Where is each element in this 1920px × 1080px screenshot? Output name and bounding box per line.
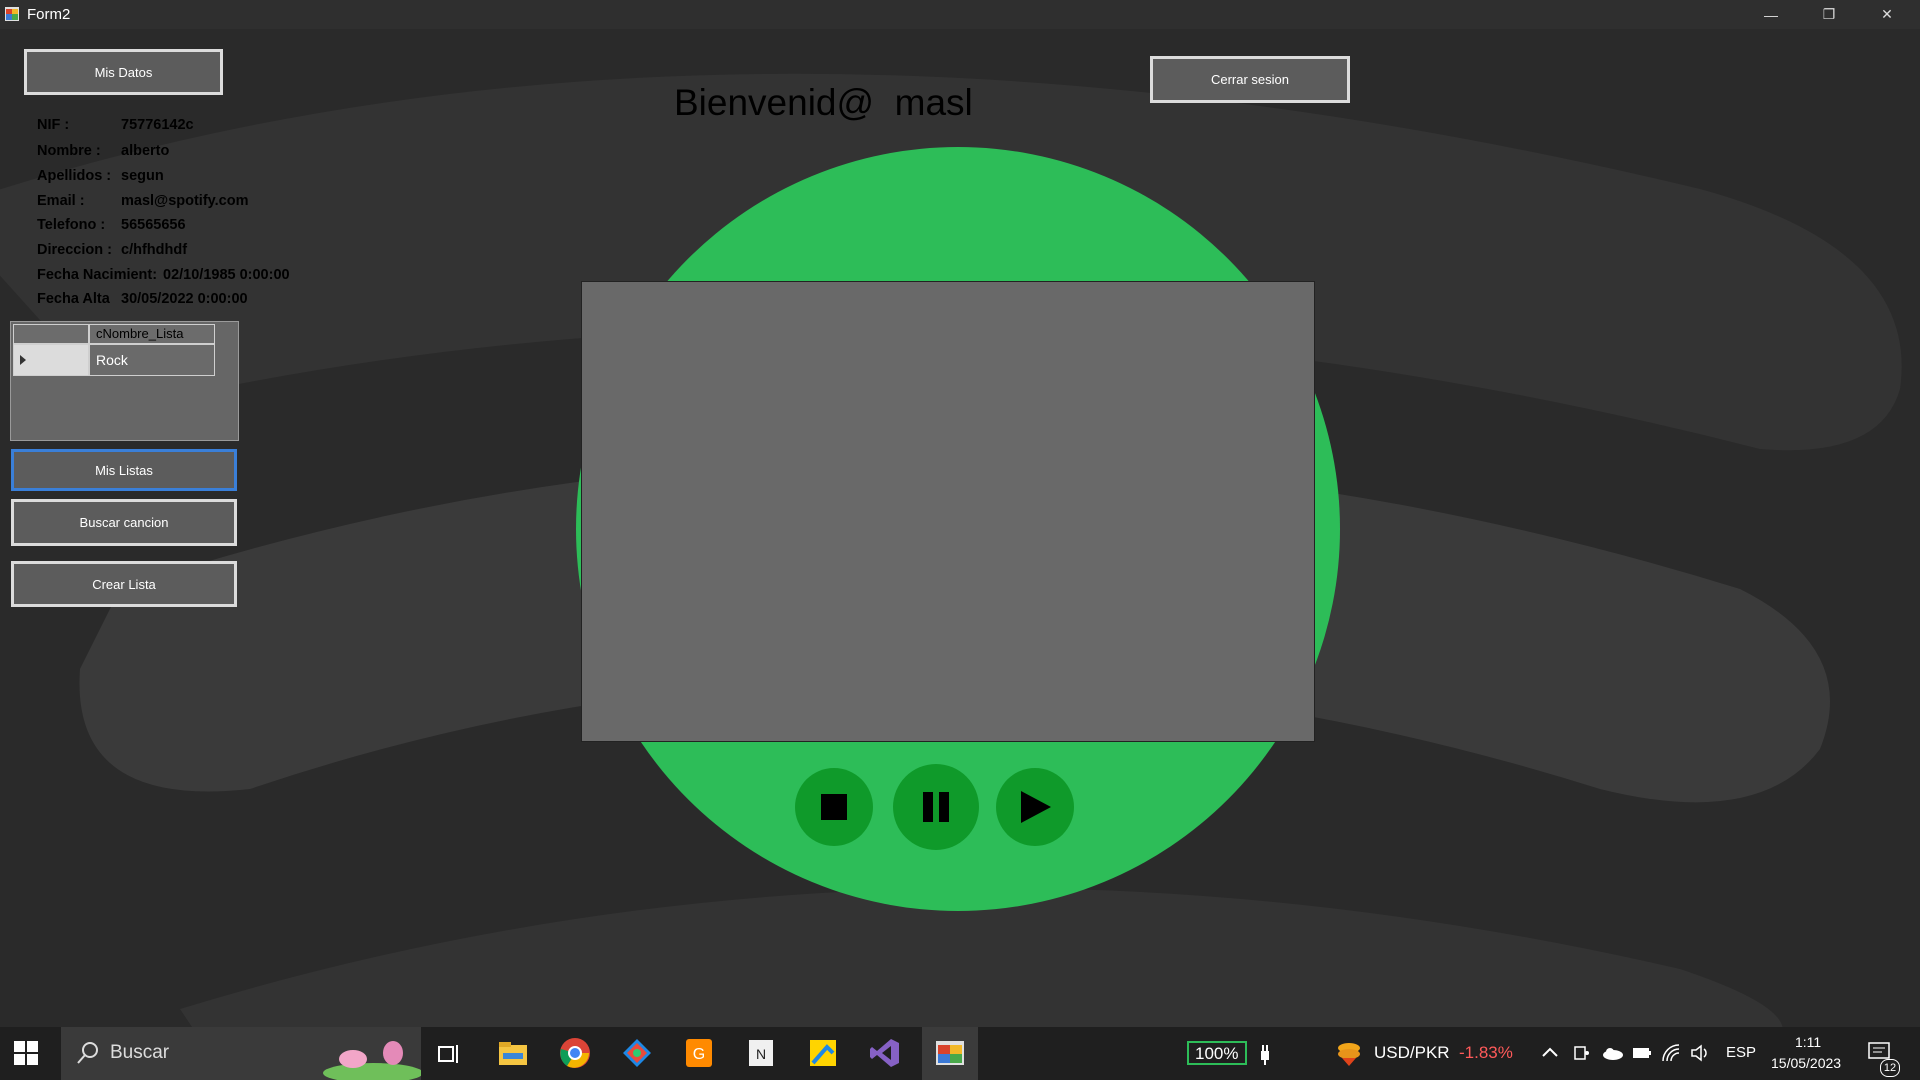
volume-icon[interactable] [1690, 1044, 1710, 1062]
restore-button[interactable]: ❐ [1800, 0, 1858, 29]
play-button[interactable] [996, 768, 1074, 846]
clock-date[interactable]: 15/05/2023 [1771, 1055, 1841, 1071]
info-label: Nombre : [37, 143, 101, 159]
window-title: Form2 [27, 6, 71, 23]
info-value: c/hfhdhdf [121, 242, 188, 258]
notification-count-badge: 12 [1880, 1059, 1900, 1077]
pdf-app-icon[interactable]: G [683, 1037, 715, 1069]
info-label: Email : [37, 193, 85, 209]
app-icon [5, 7, 19, 21]
task-view-icon[interactable] [436, 1041, 462, 1067]
my-data-button[interactable]: Mis Datos [24, 49, 223, 95]
info-value: alberto [121, 143, 170, 159]
stop-icon [821, 794, 847, 820]
form-client-area: Mis Datos Bienvenid@ masl Cerrar sesion … [0, 29, 1920, 1027]
current-row-arrow-icon [20, 355, 26, 365]
info-value: 30/05/2022 0:00:00 [121, 291, 248, 307]
info-value: 56565656 [121, 217, 186, 233]
notepad-plus-icon[interactable]: N [745, 1037, 777, 1069]
wifi-icon[interactable] [1661, 1043, 1681, 1063]
git-app-icon[interactable] [621, 1037, 653, 1069]
battery-indicator[interactable]: 100% [1187, 1041, 1247, 1065]
clock-time[interactable]: 1:11 [1795, 1034, 1821, 1050]
window-title-bar: Form2 — ❐ ✕ [0, 0, 1920, 29]
power-plug-icon [1261, 1045, 1269, 1065]
create-list-button[interactable]: Crear Lista [11, 561, 237, 607]
info-value: segun [121, 168, 164, 184]
currency-widget-icon [1338, 1043, 1360, 1066]
logout-button[interactable]: Cerrar sesion [1150, 56, 1350, 103]
chrome-icon[interactable] [559, 1037, 591, 1069]
active-app-highlight[interactable] [922, 1027, 978, 1080]
taskbar-search-box[interactable]: Buscar [61, 1027, 421, 1080]
info-label: Fecha Alta [37, 291, 110, 307]
taskbar: Buscar G N 100% USD/PKR -1.83% ESP 1:11 … [0, 1027, 1920, 1080]
grid-cell-playlist[interactable]: Rock [89, 344, 215, 376]
form-app-icon [936, 1041, 964, 1065]
play-icon [1021, 791, 1051, 823]
input-language[interactable]: ESP [1726, 1044, 1756, 1061]
pause-icon [923, 792, 949, 822]
info-value: 75776142c [121, 117, 194, 133]
search-song-button[interactable]: Buscar cancion [11, 499, 237, 546]
visual-studio-icon[interactable] [869, 1037, 901, 1069]
chevron-up-icon[interactable] [1542, 1046, 1558, 1058]
info-value: 02/10/1985 0:00:00 [163, 267, 290, 283]
svg-text:N: N [756, 1046, 766, 1062]
search-icon [77, 1042, 98, 1064]
info-value: masl@spotify.com [121, 193, 249, 209]
my-lists-button[interactable]: Mis Listas [11, 449, 237, 491]
info-label: Telefono : [37, 217, 106, 233]
minimize-button[interactable]: — [1742, 0, 1800, 29]
onedrive-icon[interactable] [1601, 1046, 1623, 1060]
close-button[interactable]: ✕ [1858, 0, 1916, 29]
file-explorer-icon[interactable] [497, 1037, 529, 1069]
info-label: Apellidos : [37, 168, 112, 184]
svg-text:G: G [693, 1046, 705, 1063]
lotus-flower-icon [323, 1041, 421, 1080]
media-player-panel[interactable] [581, 281, 1315, 742]
welcome-heading: Bienvenid@ masl [674, 82, 973, 123]
grid-corner-header[interactable] [13, 324, 89, 344]
stop-button[interactable] [795, 768, 873, 846]
info-label: Fecha Nacimient: [37, 267, 158, 283]
info-label: NIF : [37, 117, 70, 133]
info-label: Direccion : [37, 242, 112, 258]
windows-start-icon[interactable] [14, 1041, 38, 1065]
meet-now-icon[interactable] [1573, 1044, 1589, 1062]
grid-column-header[interactable]: cNombre_Lista [89, 324, 215, 344]
pause-button[interactable] [893, 764, 979, 850]
currency-change: -1.83% [1459, 1043, 1513, 1062]
currency-pair[interactable]: USD/PKR [1374, 1043, 1450, 1063]
battery-percent: 100% [1195, 1044, 1239, 1063]
search-label: Buscar [110, 1042, 170, 1063]
battery-tray-icon[interactable] [1632, 1046, 1652, 1060]
ide-app-icon[interactable] [807, 1037, 839, 1069]
grid-row-header[interactable] [13, 344, 89, 376]
playlist-grid[interactable]: cNombre_Lista Rock [10, 321, 239, 441]
